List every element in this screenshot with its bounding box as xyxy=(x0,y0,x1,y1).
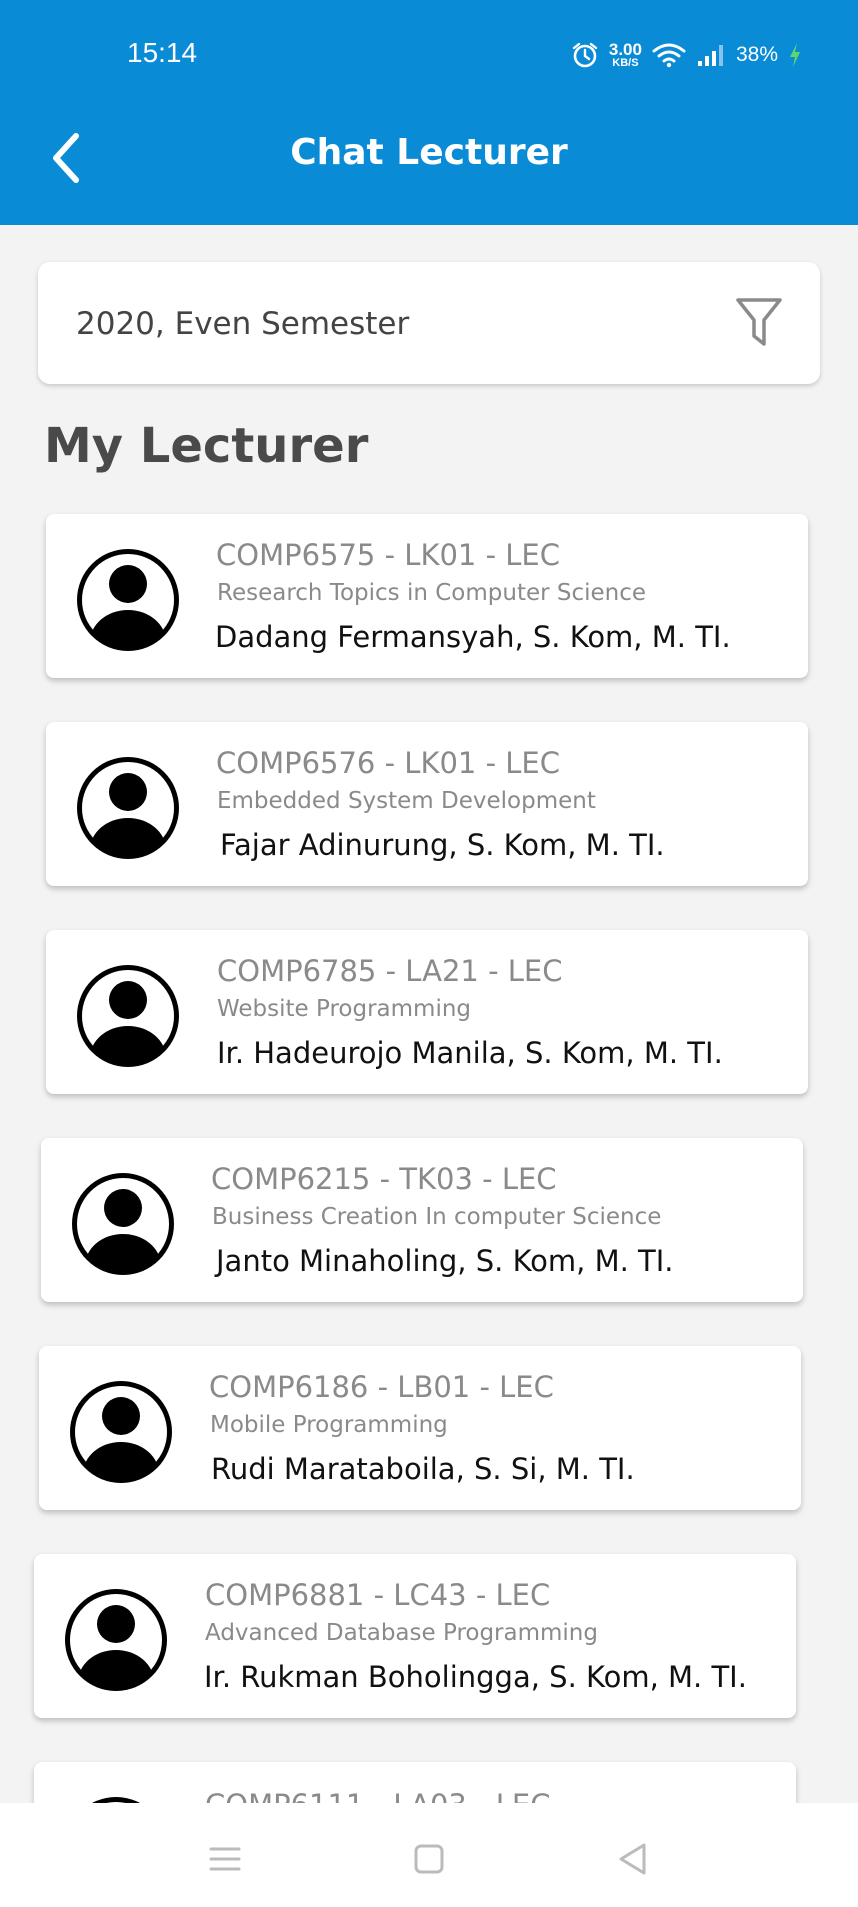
course-name: Embedded System Development xyxy=(217,788,596,814)
avatar-icon xyxy=(70,1381,172,1483)
lecturer-name: Ir. Hadeurojo Manila, S. Kom, M. TI. xyxy=(217,1036,723,1070)
lecturer-list: COMP6575 - LK01 - LEC Research Topics in… xyxy=(0,0,858,1803)
lecturer-name: Ir. Rukman Boholingga, S. Kom, M. TI. xyxy=(204,1660,747,1694)
home-square-icon[interactable] xyxy=(409,1839,449,1879)
avatar-icon xyxy=(72,1173,174,1275)
avatar-icon xyxy=(65,1589,167,1691)
course-code: COMP6186 - LB01 - LEC xyxy=(209,1370,554,1404)
course-name: Research Topics in Computer Science xyxy=(217,580,647,606)
course-code: COMP6575 - LK01 - LEC xyxy=(216,538,560,572)
course-name: Mobile Programming xyxy=(210,1412,448,1438)
avatar-icon xyxy=(92,1797,140,1803)
course-code: COMP6111 - LA03 - LEC xyxy=(205,1788,550,1803)
menu-icon[interactable] xyxy=(205,1839,245,1879)
lecturer-card[interactable]: COMP6881 - LC43 - LEC Advanced Database … xyxy=(34,1554,796,1718)
avatar-icon xyxy=(77,965,179,1067)
lecturer-card[interactable]: COMP6215 - TK03 - LEC Business Creation … xyxy=(41,1138,803,1302)
course-code: COMP6881 - LC43 - LEC xyxy=(205,1578,551,1612)
course-code: COMP6576 - LK01 - LEC xyxy=(216,746,560,780)
lecturer-name: Fajar Adinurung, S. Kom, M. TI. xyxy=(220,828,665,862)
lecturer-card[interactable]: COMP6186 - LB01 - LEC Mobile Programming… xyxy=(39,1346,801,1510)
course-name: Website Programming xyxy=(217,996,472,1022)
lecturer-name: Rudi Marataboila, S. Si, M. TI. xyxy=(211,1452,635,1486)
lecturer-name: Dadang Fermansyah, S. Kom, M. TI. xyxy=(215,620,731,654)
course-code: COMP6785 - LA21 - LEC xyxy=(217,954,563,988)
system-nav-bar xyxy=(0,1803,858,1907)
back-triangle-icon[interactable] xyxy=(613,1839,653,1879)
lecturer-card[interactable]: COMP6785 - LA21 - LEC Website Programmin… xyxy=(46,930,808,1094)
lecturer-name: Janto Minaholing, S. Kom, M. TI. xyxy=(216,1244,674,1278)
lecturer-card[interactable]: COMP6576 - LK01 - LEC Embedded System De… xyxy=(46,722,808,886)
lecturer-card[interactable]: COMP6575 - LK01 - LEC Research Topics in… xyxy=(46,514,808,678)
course-code: COMP6215 - TK03 - LEC xyxy=(211,1162,557,1196)
course-name: Business Creation In computer Science xyxy=(212,1204,662,1230)
lecturer-card[interactable]: COMP6111 - LA03 - LEC xyxy=(34,1762,796,1803)
avatar-icon xyxy=(77,549,179,651)
course-name: Advanced Database Programming xyxy=(205,1620,598,1646)
avatar-icon xyxy=(77,757,179,859)
